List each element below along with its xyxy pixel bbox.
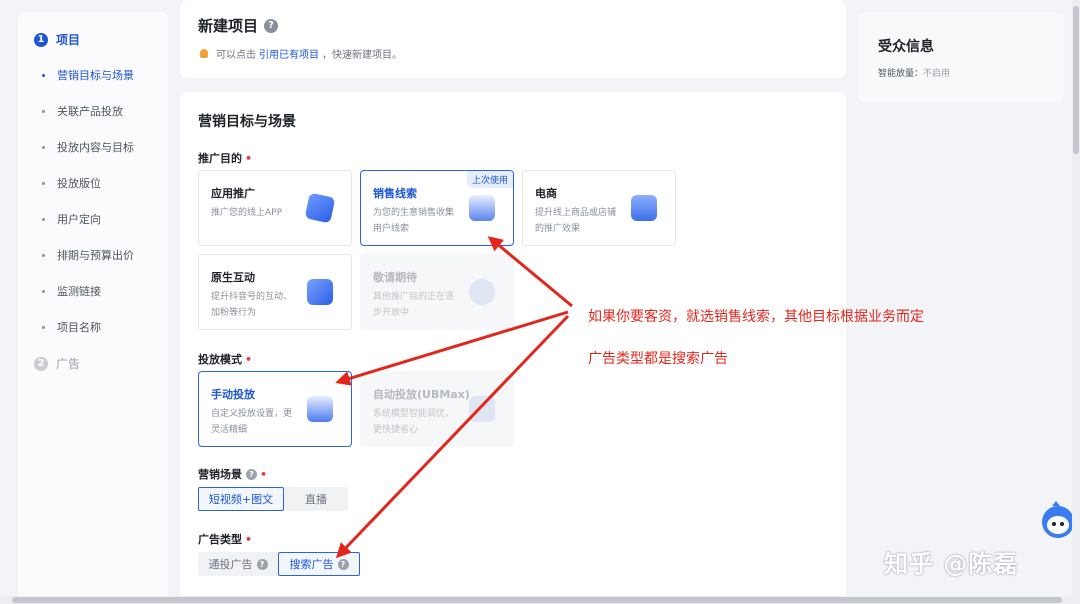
audience-card: 受众信息 智能放量：不启用 xyxy=(858,12,1064,102)
step-ad[interactable]: 2 广告 xyxy=(34,355,80,372)
sidebar-item-content-target[interactable]: 投放内容与目标 xyxy=(42,139,134,155)
adtype-search[interactable]: 搜索广告? xyxy=(278,552,360,576)
shopping-bag-icon xyxy=(631,195,657,221)
step-label: 项目 xyxy=(56,33,81,47)
page-title: 新建项目 ? xyxy=(198,15,279,36)
audience-title: 受众信息 xyxy=(878,39,934,55)
reference-project-link[interactable]: 引用已有项目 xyxy=(259,46,319,61)
sidebar-item-linked-product[interactable]: 关联产品投放 xyxy=(42,103,123,119)
auto-monitor-icon xyxy=(469,396,495,422)
tip-line: 可以点击 引用已有项目 ，快速新建项目。 xyxy=(200,46,402,61)
annotation-text-1: 如果你要客资，就选销售线索，其他目标根据业务而定 xyxy=(588,309,924,325)
tiktok-icon xyxy=(307,279,333,305)
sidebar-item-targeting[interactable]: 用户定向 xyxy=(42,211,101,227)
header-card: 新建项目 ? 可以点击 引用已有项目 ，快速新建项目。 xyxy=(180,0,846,78)
lightbulb-icon xyxy=(200,49,208,58)
horizontal-scrollbar[interactable] xyxy=(0,596,1080,604)
section-title: 营销目标与场景 xyxy=(198,114,296,130)
help-icon[interactable]: ? xyxy=(246,468,257,480)
help-icon[interactable]: ? xyxy=(256,558,268,570)
sidebar-item-tracking[interactable]: 监测链接 xyxy=(42,283,101,299)
manual-settings-icon xyxy=(307,396,333,422)
goal-label: 推广目的 • xyxy=(198,151,253,166)
goal-sales-leads[interactable]: 上次使用 销售线索 为您的生意销售收集用户线索 xyxy=(360,170,514,246)
goal-ecommerce[interactable]: 电商 提升线上商品或店铺的推广效果 xyxy=(522,170,676,246)
scene-label: 营销场景? • xyxy=(198,467,268,482)
last-used-badge: 上次使用 xyxy=(466,171,513,188)
vertical-scrollbar[interactable] xyxy=(1072,0,1080,596)
mode-label: 投放模式 • xyxy=(198,352,253,367)
leads-form-icon xyxy=(469,195,495,221)
sidebar-item-schedule-budget[interactable]: 排期与预算出价 xyxy=(42,247,134,263)
step-project[interactable]: 1 项目 xyxy=(34,31,80,48)
mode-manual[interactable]: 手动投放 自定义投放设置，更灵活精细 xyxy=(198,371,352,447)
watermark: 知乎 @陈磊 xyxy=(884,550,1019,578)
help-icon[interactable]: ? xyxy=(337,558,349,570)
adtype-label: 广告类型 • xyxy=(198,532,253,547)
sidebar-item-project-name[interactable]: 项目名称 xyxy=(42,319,101,335)
app-icon xyxy=(304,192,336,224)
scene-short-video[interactable]: 短视频+图文 xyxy=(198,487,284,511)
step-label: 广告 xyxy=(56,357,81,371)
step-number: 2 xyxy=(34,356,48,371)
adtype-general[interactable]: 通投广告? xyxy=(198,552,278,576)
sidebar-item-placement[interactable]: 投放版位 xyxy=(42,175,101,191)
mascot-icon xyxy=(1042,501,1074,538)
sidebar-item-marketing-goal[interactable]: 营销目标与场景 xyxy=(42,67,134,83)
goal-app-promotion[interactable]: 应用推广 推广您的线上APP xyxy=(198,170,352,246)
annotation-text-2: 广告类型都是搜索广告 xyxy=(588,351,728,367)
chat-bubble-icon xyxy=(469,279,495,305)
goal-native-interaction[interactable]: 原生互动 提升抖音号的互动、加粉等行为 xyxy=(198,254,352,330)
mode-auto-ubmax: 自动投放(UBMax) 系统模型智能调优，更快捷省心 xyxy=(360,371,514,447)
help-icon[interactable]: ? xyxy=(264,18,279,33)
sidebar: 1 项目 营销目标与场景 关联产品投放 投放内容与目标 投放版位 用户定向 排期… xyxy=(18,12,168,602)
step-number: 1 xyxy=(34,32,48,47)
smart-expansion: 智能放量：不启用 xyxy=(878,69,951,79)
scene-live[interactable]: 直播 xyxy=(284,487,348,511)
goal-coming-soon: 敬请期待 其他推广目的正在逐步开放中 xyxy=(360,254,514,330)
marketing-card: 营销目标与场景 推广目的 • 应用推广 推广您的线上APP 上次使用 销售线索 为… xyxy=(180,92,846,602)
